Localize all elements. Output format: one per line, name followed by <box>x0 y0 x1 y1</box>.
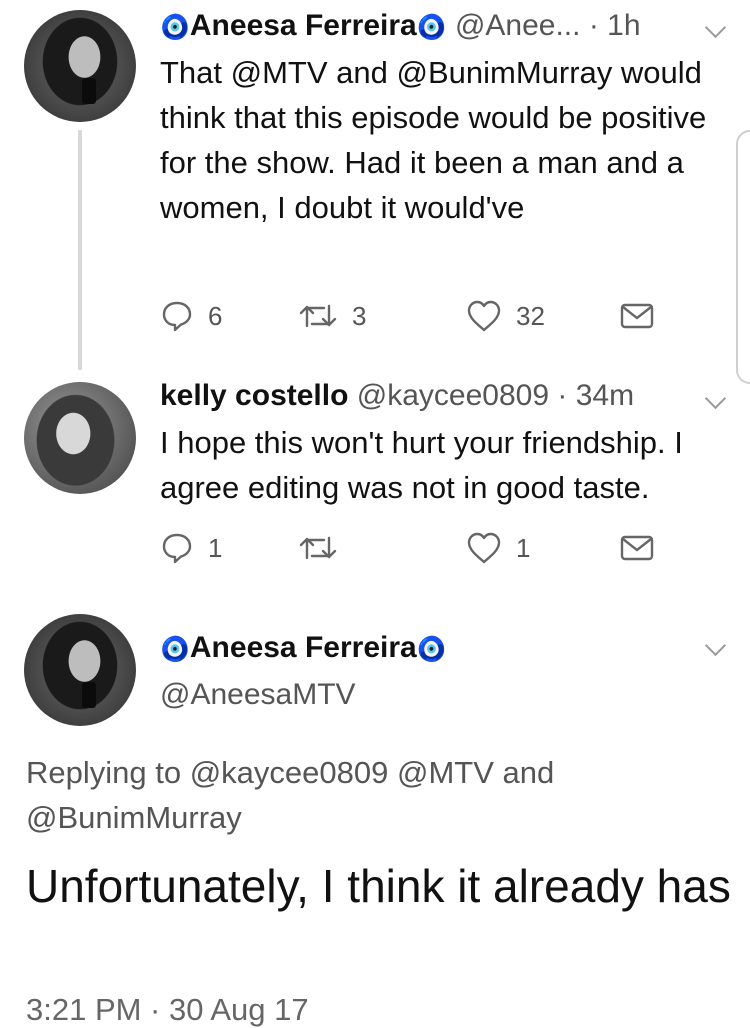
retweet-count: 3 <box>352 300 367 331</box>
chevron-down-icon[interactable] <box>704 634 727 657</box>
heart-icon <box>467 300 501 332</box>
replying-to[interactable]: Replying to @kaycee0809 @MTV and @BunimM… <box>26 750 726 840</box>
reply-button[interactable]: 6 <box>160 296 222 336</box>
like-button[interactable]: 32 <box>466 296 545 336</box>
retweet-icon <box>299 304 337 328</box>
tweet-timestamp: 3:21 PM · 30 Aug 17 <box>26 992 309 1027</box>
avatar[interactable] <box>24 10 136 122</box>
retweet-icon <box>299 536 337 560</box>
dot-separator: · <box>588 9 599 42</box>
envelope-icon <box>620 535 654 561</box>
reply-count: 6 <box>208 300 223 331</box>
tweet-time: 34m <box>575 379 635 412</box>
reply-button[interactable]: 1 <box>160 528 222 568</box>
display-name[interactable]: Aneesa Ferreira <box>190 631 417 664</box>
emoji-icon: 🧿 <box>160 14 190 41</box>
emoji-icon: 🧿 <box>416 14 447 41</box>
tweet-text: That @MTV and @BunimMurray would think t… <box>160 55 707 225</box>
tweet-time: 1h <box>607 9 641 42</box>
retweet-button[interactable] <box>298 528 352 568</box>
envelope-icon <box>620 303 654 329</box>
dm-button[interactable] <box>620 528 654 568</box>
phone-icon <box>82 78 96 104</box>
tweet-text: Unfortunately, I think it already has <box>26 860 731 912</box>
tweet-text: I hope this won't hurt your friendship. … <box>160 425 683 505</box>
retweet-button[interactable]: 3 <box>298 296 366 336</box>
phone-icon <box>82 682 96 708</box>
emoji-icon: 🧿 <box>160 636 190 663</box>
like-button[interactable]: 1 <box>466 528 530 568</box>
dm-button[interactable] <box>620 296 654 336</box>
emoji-icon: 🧿 <box>416 636 447 663</box>
handle[interactable]: @AneesaMTV <box>160 677 356 713</box>
handle[interactable]: @Anee... <box>455 9 581 42</box>
dot-separator: · <box>557 379 568 412</box>
like-count: 32 <box>516 300 545 331</box>
like-count: 1 <box>516 532 531 563</box>
tweet-header: kelly costello @kaycee0809 · 34m <box>160 378 634 414</box>
tweet-header: 🧿Aneesa Ferreira🧿 <box>160 630 447 668</box>
chevron-down-icon[interactable] <box>704 387 727 410</box>
reply-count: 1 <box>208 532 223 563</box>
thread-line <box>78 130 82 370</box>
display-name[interactable]: Aneesa Ferreira <box>190 9 417 42</box>
avatar[interactable] <box>24 614 136 726</box>
tweet-header: 🧿Aneesa Ferreira🧿 @Anee... · 1h <box>160 8 641 46</box>
display-name[interactable]: kelly costello <box>160 379 348 412</box>
scrollbar[interactable] <box>736 130 750 384</box>
reply-icon <box>162 301 192 332</box>
reply-icon <box>162 533 192 564</box>
handle[interactable]: @kaycee0809 <box>357 379 549 412</box>
chevron-down-icon[interactable] <box>704 16 727 39</box>
avatar[interactable] <box>24 382 136 494</box>
heart-icon <box>467 532 501 564</box>
